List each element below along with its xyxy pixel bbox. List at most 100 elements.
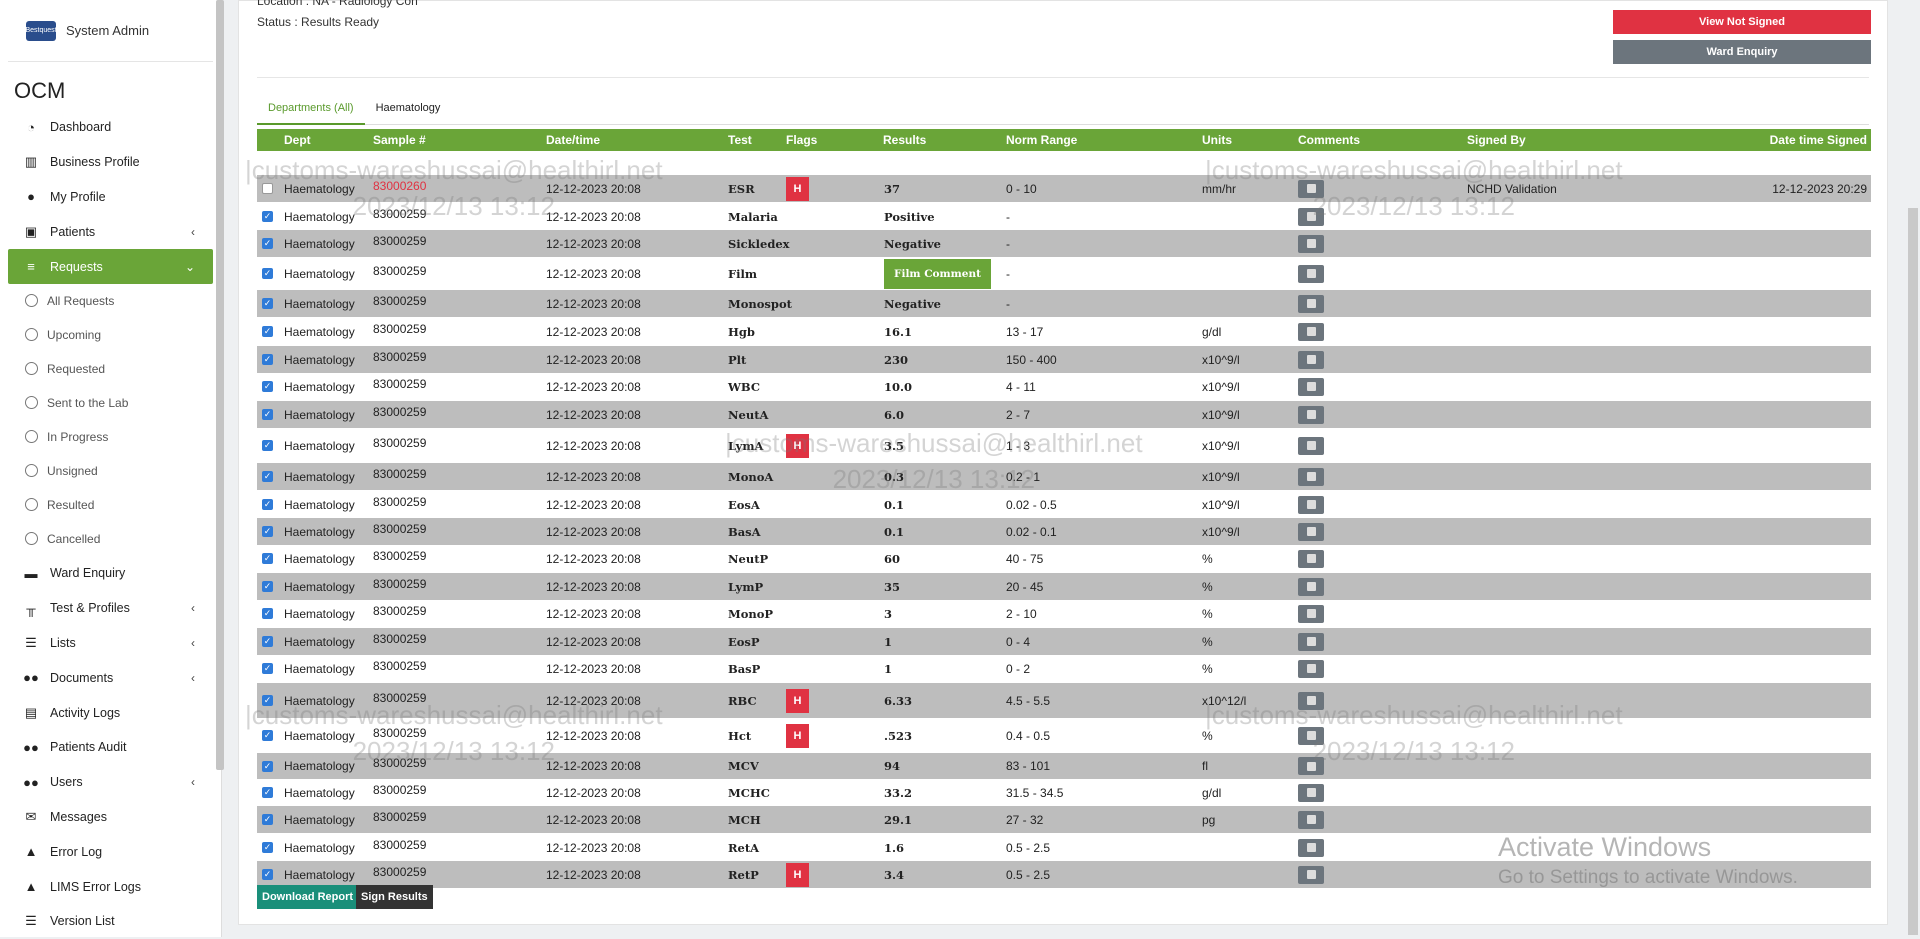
comment-icon[interactable] xyxy=(1298,810,1324,829)
sample-cell[interactable]: 83000259 xyxy=(373,377,426,391)
table-row[interactable]: ✓ Haematology 83000259 12-12-2023 20:08 Film… xyxy=(257,257,1871,290)
table-row[interactable]: ✓ Haematology 83000259 12-12-2023 20:08 Neut… xyxy=(257,545,1871,572)
row-checkbox[interactable]: ✓ xyxy=(262,814,273,825)
comment-icon[interactable] xyxy=(1298,865,1324,884)
sample-cell[interactable]: 83000260 xyxy=(373,179,426,193)
row-checkbox[interactable]: ✓ xyxy=(262,695,273,706)
sample-cell[interactable]: 83000259 xyxy=(373,810,426,824)
comment-icon[interactable] xyxy=(1298,322,1324,341)
sidebar-item-requests[interactable]: ≡ Requests ⌄ xyxy=(8,249,213,284)
table-row[interactable]: Haematology 83000260 12-12-2023 20:08 ESR H 3… xyxy=(257,175,1871,202)
row-checkbox[interactable]: ✓ xyxy=(262,440,273,451)
sample-cell[interactable]: 83000259 xyxy=(373,522,426,536)
row-checkbox[interactable]: ✓ xyxy=(262,760,273,772)
sidebar-item-patients-audit[interactable]: ●● Patients Audit xyxy=(0,730,221,765)
ward-enquiry-button[interactable]: Ward Enquiry xyxy=(1613,40,1871,64)
sample-cell[interactable]: 83000259 xyxy=(373,549,426,563)
table-row[interactable]: ✓ Haematology 83000259 12-12-2023 20:08 BasA… xyxy=(257,518,1871,545)
sidebar-item-patients[interactable]: ▣ Patients ‹ xyxy=(0,214,221,249)
column-header[interactable]: Date time Signed xyxy=(1770,133,1867,147)
comment-icon[interactable] xyxy=(1298,604,1324,623)
sidebar-item-documents[interactable]: ●● Documents ‹ xyxy=(0,660,221,695)
sidebar-item-test-profiles[interactable]: ╥ Test & Profiles ‹ xyxy=(0,591,221,626)
row-checkbox[interactable] xyxy=(262,183,273,194)
table-row[interactable]: ✓ Haematology 83000259 12-12-2023 20:08 Mono… xyxy=(257,600,1871,627)
row-checkbox[interactable]: ✓ xyxy=(262,526,273,537)
comment-icon[interactable] xyxy=(1298,436,1324,455)
row-checkbox[interactable]: ✓ xyxy=(262,298,273,309)
comment-icon[interactable] xyxy=(1298,234,1324,253)
sample-cell[interactable]: 83000259 xyxy=(373,577,426,591)
sample-cell[interactable]: 83000259 xyxy=(373,234,426,248)
row-checkbox[interactable]: ✓ xyxy=(262,636,273,647)
comment-icon[interactable] xyxy=(1298,757,1324,775)
comment-icon[interactable] xyxy=(1298,659,1324,678)
row-checkbox[interactable]: ✓ xyxy=(262,381,273,392)
sample-cell[interactable]: 83000259 xyxy=(373,691,426,705)
sidebar-subitem-cancelled[interactable]: Cancelled xyxy=(0,522,221,556)
comment-icon[interactable] xyxy=(1298,294,1324,313)
table-row[interactable]: ✓ Haematology 83000259 12-12-2023 20:08 MCH 2… xyxy=(257,806,1871,833)
sample-cell[interactable]: 83000259 xyxy=(373,350,426,364)
row-checkbox[interactable]: ✓ xyxy=(262,354,273,365)
sample-cell[interactable]: 83000259 xyxy=(373,726,426,740)
sidebar-item-error-log[interactable]: ▲ Error Log xyxy=(0,834,221,869)
page-scrollbar[interactable] xyxy=(1908,208,1918,935)
table-row[interactable]: ✓ Haematology 83000259 12-12-2023 20:08 Neut… xyxy=(257,401,1871,428)
user-panel[interactable]: Bestquest System Admin xyxy=(8,0,213,62)
comment-icon[interactable] xyxy=(1298,264,1324,283)
comment-icon[interactable] xyxy=(1298,495,1324,514)
sidebar-subitem-all-requests[interactable]: All Requests xyxy=(0,284,221,318)
row-checkbox[interactable]: ✓ xyxy=(262,842,273,853)
sidebar-item-activity-logs[interactable]: ▤ Activity Logs xyxy=(0,695,221,730)
tab-departments-all[interactable]: Departments (All) xyxy=(257,97,365,125)
sidebar-subitem-requested[interactable]: Requested xyxy=(0,352,221,386)
sample-cell[interactable]: 83000259 xyxy=(373,467,426,481)
view-not-signed-button[interactable]: View Not Signed xyxy=(1613,10,1871,34)
table-row[interactable]: ✓ Haematology 83000259 12-12-2023 20:08 BasP… xyxy=(257,655,1871,682)
row-checkbox[interactable]: ✓ xyxy=(262,268,273,279)
download-report-button[interactable]: Download Report xyxy=(257,885,359,909)
column-header[interactable]: Units xyxy=(1202,133,1232,147)
sidebar-item-dashboard[interactable]: ◔ Dashboard xyxy=(0,110,221,145)
comment-icon[interactable] xyxy=(1298,726,1324,745)
comment-icon[interactable] xyxy=(1298,522,1324,541)
row-checkbox[interactable]: ✓ xyxy=(262,471,273,482)
table-row[interactable]: ✓ Haematology 83000259 12-12-2023 20:08 Mala… xyxy=(257,203,1871,230)
column-header[interactable]: Norm Range xyxy=(1006,133,1077,147)
table-row[interactable]: ✓ Haematology 83000259 12-12-2023 20:08 LymA… xyxy=(257,428,1871,463)
sidebar-item-version-list[interactable]: ☰ Version List xyxy=(0,904,221,939)
table-row[interactable]: ✓ Haematology 83000259 12-12-2023 20:08 MCHC… xyxy=(257,779,1871,806)
table-row[interactable]: ✓ Haematology 83000259 12-12-2023 20:08 Hct H… xyxy=(257,718,1871,753)
column-header[interactable]: Date/time xyxy=(546,133,600,147)
sample-cell[interactable]: 83000259 xyxy=(373,207,426,221)
sidebar-subitem-upcoming[interactable]: Upcoming xyxy=(0,318,221,352)
sidebar-item-messages[interactable]: ✉ Messages xyxy=(0,800,221,835)
table-row[interactable]: ✓ Haematology 83000259 12-12-2023 20:08 WBC 1… xyxy=(257,373,1871,400)
comment-icon[interactable] xyxy=(1298,405,1324,424)
sample-cell[interactable]: 83000259 xyxy=(373,495,426,509)
row-checkbox[interactable]: ✓ xyxy=(262,787,273,798)
table-row[interactable]: ✓ Haematology 83000259 12-12-2023 20:08 RBC H… xyxy=(257,683,1871,718)
row-checkbox[interactable]: ✓ xyxy=(262,581,273,592)
sample-cell[interactable]: 83000259 xyxy=(373,264,426,278)
film-comment-button[interactable]: Film Comment xyxy=(884,258,991,289)
comment-icon[interactable] xyxy=(1298,207,1324,226)
column-header[interactable]: Signed By xyxy=(1467,133,1526,147)
sidebar-item-my-profile[interactable]: ● My Profile xyxy=(0,180,221,215)
table-row[interactable]: ✓ Haematology 83000259 12-12-2023 20:08 Hgb 1… xyxy=(257,318,1871,345)
table-row[interactable]: ✓ Haematology 83000259 12-12-2023 20:08 Mono… xyxy=(257,463,1871,490)
sample-cell[interactable]: 83000259 xyxy=(373,659,426,673)
sample-cell[interactable]: 83000259 xyxy=(373,604,426,618)
sample-cell[interactable]: 83000259 xyxy=(373,322,426,336)
sidebar-subitem-sent-to-the-lab[interactable]: Sent to the Lab xyxy=(0,386,221,420)
column-header[interactable]: Test xyxy=(728,133,752,147)
tab-haematology[interactable]: Haematology xyxy=(365,97,452,125)
table-row[interactable]: ✓ Haematology 83000259 12-12-2023 20:08 Mono… xyxy=(257,290,1871,317)
sidebar-scrollbar[interactable] xyxy=(216,0,224,770)
sample-cell[interactable]: 83000259 xyxy=(373,405,426,419)
row-checkbox[interactable]: ✓ xyxy=(262,608,273,619)
table-row[interactable]: ✓ Haematology 83000259 12-12-2023 20:08 EosA… xyxy=(257,491,1871,518)
row-checkbox[interactable]: ✓ xyxy=(262,211,273,222)
sidebar-subitem-in-progress[interactable]: In Progress xyxy=(0,420,221,454)
